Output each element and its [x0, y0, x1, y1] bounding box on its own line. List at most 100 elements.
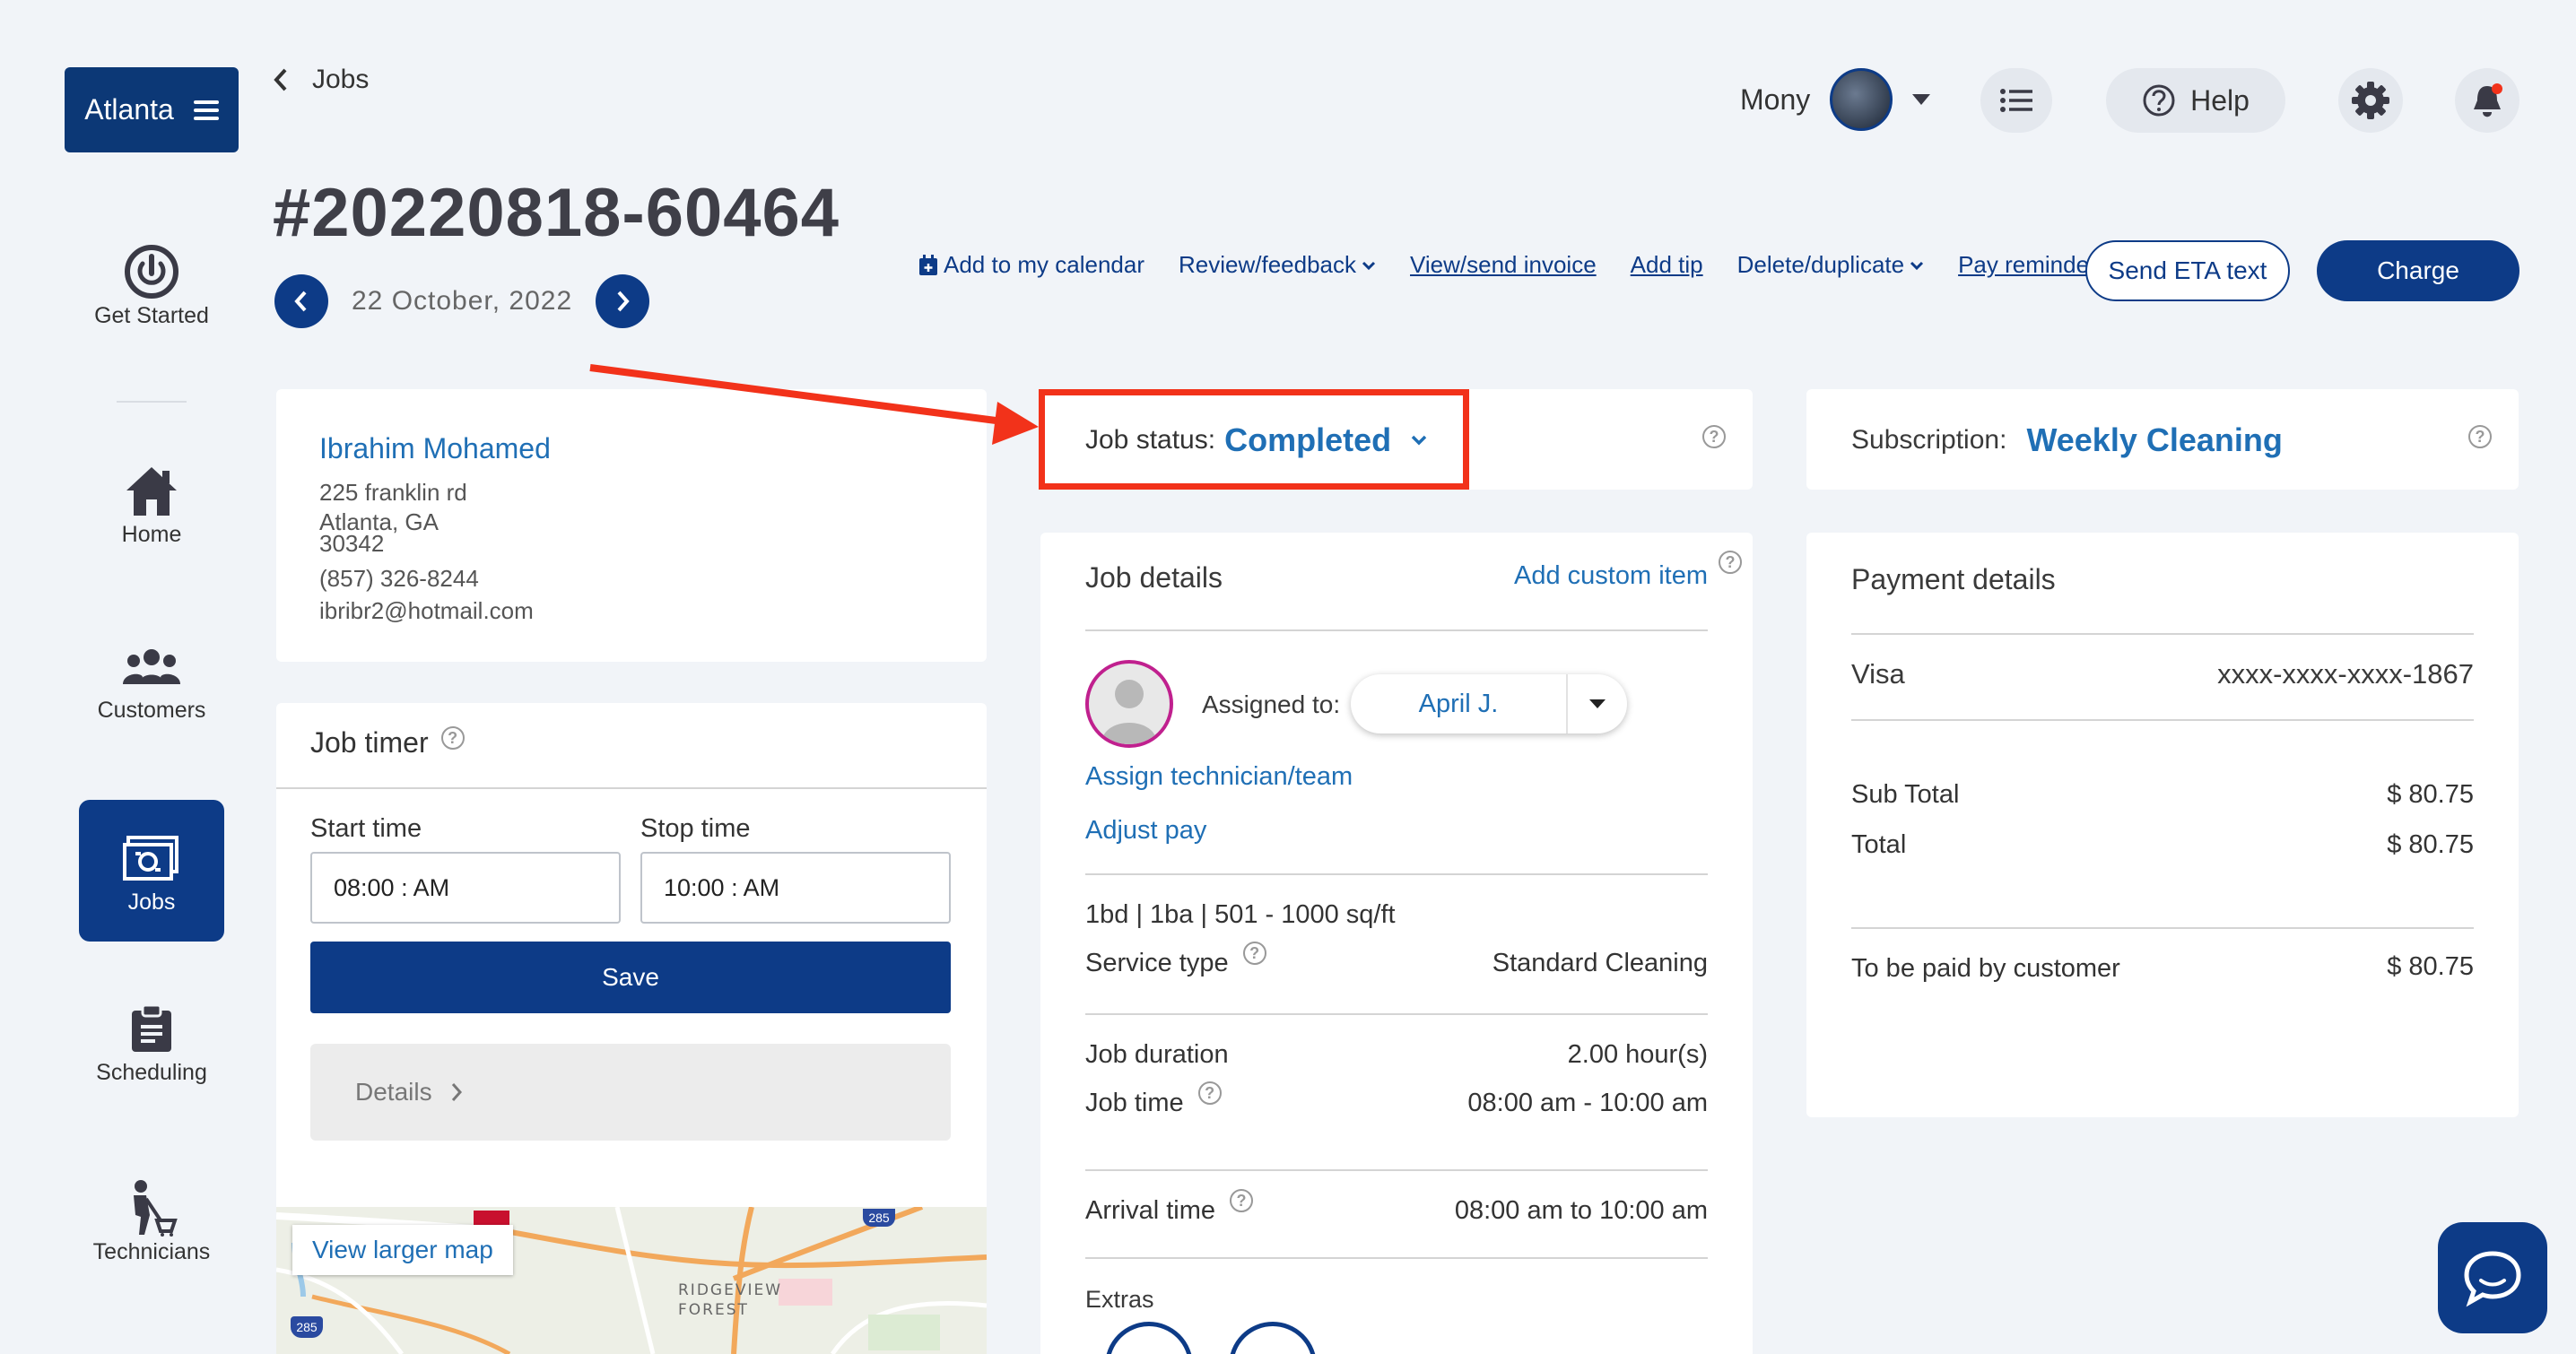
sidebar-item-label: Home: [121, 522, 182, 547]
charge-button[interactable]: Charge: [2317, 240, 2519, 301]
divider: [1851, 927, 2474, 929]
arrival-time-value: 08:00 am to 10:00 am: [1454, 1196, 1708, 1225]
assigned-technician-select[interactable]: April J.: [1351, 674, 1627, 733]
sidebar-item-get-started[interactable]: Get Started: [79, 240, 224, 329]
help-icon[interactable]: ?: [2468, 425, 2492, 448]
help-button[interactable]: Help: [2106, 68, 2285, 133]
job-time-value: 08:00 am - 10:00 am: [1467, 1089, 1708, 1117]
arrival-time-label: Arrival time: [1085, 1196, 1216, 1225]
location-label: Atlanta: [84, 93, 174, 126]
start-time-input[interactable]: 08:00 : AM: [310, 852, 621, 924]
assigned-technician-value: April J.: [1418, 689, 1499, 718]
notifications-button[interactable]: [2455, 68, 2519, 133]
review-feedback-dropdown[interactable]: Review/feedback: [1179, 251, 1376, 279]
technician-avatar: [1085, 660, 1173, 748]
property-size: 1bd | 1ba | 501 - 1000 sq/ft: [1085, 900, 1396, 929]
job-details-card: Job details Add custom item ? Assigned t…: [1040, 533, 1753, 1354]
breadcrumb-jobs: Jobs: [312, 65, 370, 94]
home-icon: [123, 459, 180, 522]
view-send-invoice-link[interactable]: View/send invoice: [1410, 251, 1597, 279]
question-circle-icon: [2143, 84, 2175, 117]
customer-phone: (857) 326-8244: [319, 565, 479, 592]
delete-duplicate-label: Delete/duplicate: [1736, 251, 1905, 278]
chevron-right-icon: [617, 291, 630, 312]
page-title: #20220818-60464: [273, 175, 840, 251]
sidebar-item-scheduling[interactable]: Scheduling: [79, 997, 224, 1086]
subscription-value[interactable]: Weekly Cleaning: [2026, 421, 2282, 459]
jobs-icon: [123, 827, 180, 890]
help-icon[interactable]: ?: [1230, 1189, 1254, 1212]
divider: [1085, 1169, 1708, 1171]
sidebar-item-home[interactable]: Home: [79, 459, 224, 548]
divider: [1085, 1013, 1708, 1015]
chat-support-button[interactable]: [2438, 1222, 2547, 1333]
highway-shield: 285: [291, 1316, 323, 1338]
highlight-box: [1039, 389, 1469, 490]
help-icon[interactable]: ?: [1242, 942, 1266, 965]
help-icon[interactable]: ?: [1702, 425, 1726, 448]
extra-item-icon[interactable]: [1105, 1322, 1193, 1354]
settings-button[interactable]: [2338, 68, 2403, 133]
calendar-plus-icon: [919, 254, 937, 275]
customer-zip: 30342: [319, 530, 385, 557]
details-expander[interactable]: Details: [310, 1044, 951, 1141]
map-place-label: RIDGEVIEW FOREST: [678, 1281, 783, 1319]
adjust-pay-link[interactable]: Adjust pay: [1085, 816, 1206, 846]
list-icon: [2000, 89, 2032, 112]
list-view-button[interactable]: [1980, 68, 2052, 133]
power-icon: [124, 240, 179, 303]
to-be-paid-value: $ 80.75: [2387, 952, 2474, 981]
job-duration-value: 2.00 hour(s): [1567, 1040, 1708, 1069]
next-date-button[interactable]: [596, 274, 650, 328]
total-value: $ 80.75: [2387, 830, 2474, 859]
customer-street: 225 franklin rd: [319, 479, 467, 506]
sidebar-item-label: Scheduling: [96, 1060, 207, 1085]
user-menu[interactable]: Mony: [1740, 68, 1931, 131]
caret-down-icon: [1912, 94, 1931, 105]
sidebar-item-customers[interactable]: Customers: [79, 635, 224, 724]
add-to-calendar-link[interactable]: Add to my calendar: [918, 251, 1144, 279]
sidebar-item-label: Get Started: [94, 303, 209, 328]
location-map[interactable]: RIDGEVIEW FOREST 285 285 View larger map: [276, 1207, 987, 1354]
view-larger-map-link[interactable]: View larger map: [292, 1225, 513, 1275]
job-date: 22 October, 2022: [352, 286, 573, 316]
person-icon: [1101, 680, 1157, 744]
date-navigator: 22 October, 2022: [274, 274, 650, 328]
help-icon[interactable]: ?: [1719, 551, 1742, 574]
clipboard-icon: [130, 997, 173, 1060]
hamburger-icon: [193, 100, 219, 120]
sidebar-item-label: Technicians: [92, 1239, 211, 1264]
divider: [1851, 633, 2474, 635]
previous-date-button[interactable]: [274, 274, 328, 328]
save-button[interactable]: Save: [310, 942, 951, 1013]
location-menu-button[interactable]: Atlanta: [65, 67, 239, 152]
chat-icon: [2464, 1251, 2521, 1307]
breadcrumb[interactable]: Jobs: [273, 65, 369, 95]
add-tip-link[interactable]: Add tip: [1631, 251, 1703, 279]
help-icon[interactable]: ?: [440, 726, 465, 750]
help-icon[interactable]: ?: [1197, 1081, 1222, 1105]
annotation-arrow: [589, 364, 1039, 445]
assign-technician-link[interactable]: Assign technician/team: [1085, 762, 1353, 792]
chevron-down-icon: [1910, 261, 1924, 270]
sidebar-item-jobs[interactable]: Jobs: [79, 800, 224, 942]
send-eta-button[interactable]: Send ETA text: [2085, 240, 2290, 301]
extra-item-icon[interactable]: [1229, 1322, 1317, 1354]
stop-time-input[interactable]: 10:00 : AM: [640, 852, 951, 924]
chevron-down-icon: [1362, 261, 1376, 270]
technician-icon: [125, 1176, 178, 1239]
add-custom-item-link[interactable]: Add custom item: [1514, 561, 1708, 591]
customer-name[interactable]: Ibrahim Mohamed: [319, 432, 551, 465]
to-be-paid-label: To be paid by customer: [1851, 954, 2120, 983]
job-duration-label: Job duration: [1085, 1040, 1229, 1069]
total-label: Total: [1851, 830, 1907, 859]
card-number: xxxx-xxxx-xxxx-1867: [2217, 658, 2474, 690]
card-type: Visa: [1851, 658, 1905, 690]
subtotal-value: $ 80.75: [2387, 780, 2474, 809]
sidebar-divider: [117, 401, 187, 403]
customers-icon: [123, 635, 180, 698]
sidebar-item-label: Jobs: [127, 889, 176, 915]
delete-duplicate-dropdown[interactable]: Delete/duplicate: [1737, 251, 1924, 279]
job-actions-bar: Add to my calendar Review/feedback View/…: [918, 251, 2175, 279]
sidebar-item-technicians[interactable]: Technicians: [79, 1176, 224, 1265]
